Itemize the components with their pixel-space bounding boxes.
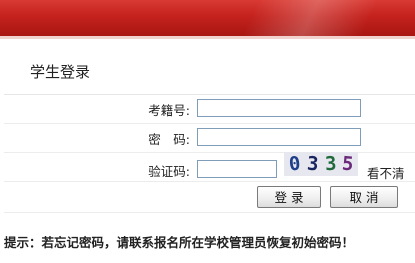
captcha-char: 0 xyxy=(287,152,302,176)
cancel-button[interactable]: 取 消 xyxy=(330,186,398,208)
refresh-captcha-link[interactable]: 看不清 xyxy=(367,163,405,182)
exam-number-label: 考籍号: xyxy=(148,103,190,118)
captcha-char: 3 xyxy=(324,152,338,176)
captcha-char: 3 xyxy=(306,152,320,176)
captcha-input[interactable] xyxy=(197,160,277,178)
login-button[interactable]: 登 录 xyxy=(257,186,321,208)
row-divider xyxy=(4,212,415,213)
captcha-label: 验证码: xyxy=(148,164,190,179)
password-tip: 提示：若忘记密码，请联系报名所在学校管理员恢复初始密码！ xyxy=(4,235,355,250)
header-banner xyxy=(0,0,415,36)
password-label: 密 码: xyxy=(148,132,190,147)
exam-number-input[interactable] xyxy=(197,99,361,117)
captcha-char: 5 xyxy=(341,152,355,176)
banner-highlight xyxy=(241,0,379,36)
password-input[interactable] xyxy=(197,128,361,146)
row-divider xyxy=(4,123,415,124)
page-title: 学生登录 xyxy=(30,63,91,81)
captcha-image[interactable]: 0335 xyxy=(284,152,358,176)
row-divider xyxy=(4,181,415,182)
banner-divider xyxy=(0,36,415,39)
